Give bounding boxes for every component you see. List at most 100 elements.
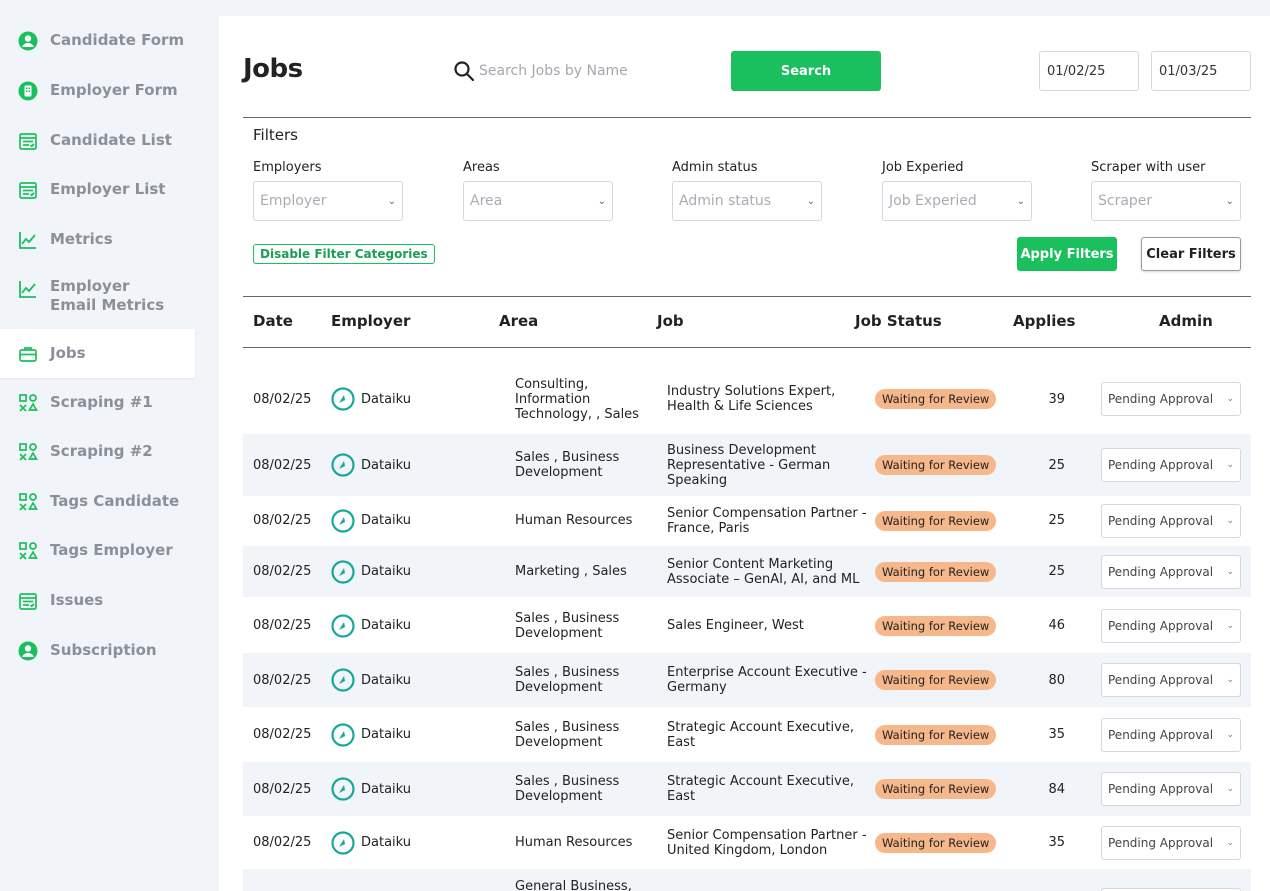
admin-status-select[interactable]: Pending Approval ⌄ xyxy=(1101,503,1241,538)
sidebar-item-label: Tags Employer xyxy=(50,541,173,559)
cell-date: 08/02/25 xyxy=(253,835,312,850)
divider xyxy=(243,117,1251,118)
cell-status: Waiting for Review xyxy=(875,816,997,869)
column-header-date[interactable]: Date xyxy=(253,312,293,330)
cell-employer[interactable]: Dataiku xyxy=(331,762,411,816)
cell-job[interactable]: Senior Content Marketing Associate – Gen… xyxy=(667,546,872,597)
admin-status-select[interactable]: Pending Approval ⌄ xyxy=(1101,825,1241,860)
employer-filter-select[interactable]: Employer ⌄ xyxy=(253,181,403,221)
filter-placeholder: Employer xyxy=(260,193,327,209)
table-row: 08/02/25 Dataiku Sales , Business Developm… xyxy=(243,762,1251,816)
sidebar-item-label: Issues xyxy=(50,591,104,609)
admin-status-select[interactable]: Pending Approval ⌄ xyxy=(1101,448,1241,482)
column-header-applies[interactable]: Applies xyxy=(1013,312,1075,330)
scraper-filter-select[interactable]: Scraper ⌄ xyxy=(1091,181,1241,221)
search-icon[interactable] xyxy=(453,60,475,82)
cell-job[interactable]: Senior Compensation Partner - United Kin… xyxy=(667,816,872,869)
cell-date: 08/02/25 xyxy=(253,564,312,579)
list-check-icon xyxy=(17,179,39,201)
list-check-icon xyxy=(17,590,39,612)
search-button[interactable]: Search xyxy=(731,51,881,91)
sidebar-item-label: Scraping #1 xyxy=(50,393,153,411)
status-badge: Waiting for Review xyxy=(875,832,997,853)
area-filter-select[interactable]: Area ⌄ xyxy=(463,181,613,221)
date-to-input[interactable] xyxy=(1151,51,1251,91)
admin-status-filter-select[interactable]: Admin status ⌄ xyxy=(672,181,822,221)
cell-date: 08/02/25 xyxy=(253,781,312,797)
search-input[interactable] xyxy=(479,57,719,85)
cell-employer[interactable]: Dataiku xyxy=(331,598,411,653)
status-badge: Waiting for Review xyxy=(875,561,997,582)
sidebar-item-candidate-form[interactable]: Candidate Form xyxy=(0,28,195,53)
sidebar-item-label: Tags Candidate xyxy=(50,492,180,510)
sidebar-item-tags-candidate[interactable]: Tags Candidate xyxy=(0,489,195,514)
sidebar-item-subscription[interactable]: Subscription xyxy=(0,638,195,663)
cell-admin: Pending Approval ⌄ xyxy=(1101,653,1241,707)
cell-admin: Pending Approval ⌄ xyxy=(1101,707,1241,762)
cell-job[interactable]: Senior Compensation Partner - France, Pa… xyxy=(667,495,872,546)
cell-area: Sales , Business Development xyxy=(515,719,620,750)
column-header-admin[interactable]: Admin xyxy=(1159,312,1213,330)
sidebar-item-scraping-2[interactable]: Scraping #2 xyxy=(0,439,195,464)
cell-job[interactable]: Industry Solutions Expert, Health & Life… xyxy=(667,368,872,430)
cell-employer[interactable]: Dataiku xyxy=(331,653,411,707)
sidebar-item-issues[interactable]: Issues xyxy=(0,588,195,613)
sidebar-item-label: Employer List xyxy=(50,180,166,198)
cell-applies: 35 xyxy=(1048,727,1065,742)
cell-job[interactable]: Business Development Representative - Ge… xyxy=(667,434,872,496)
admin-status-select[interactable]: Pending Approval ⌄ xyxy=(1101,382,1241,416)
table-row: 08/02/25 Dataiku Consulting, Information T… xyxy=(243,368,1251,430)
cell-job[interactable]: Sales Engineer, West xyxy=(667,598,872,653)
sidebar-item-candidate-list[interactable]: Candidate List xyxy=(0,128,195,153)
cell-job[interactable]: Enterprise Account Executive - Germany xyxy=(667,653,872,707)
job-experied-filter-select[interactable]: Job Experied ⌄ xyxy=(882,181,1032,221)
clear-filters-button[interactable]: Clear Filters xyxy=(1141,237,1241,271)
employer-name: Dataiku xyxy=(361,391,412,407)
cell-applies: 25 xyxy=(1048,457,1065,473)
cell-employer[interactable]: Dataiku xyxy=(331,368,411,430)
cell-applies: 84 xyxy=(1048,781,1065,797)
cell-employer[interactable]: Dataiku xyxy=(331,546,411,597)
sidebar-item-scraping-1[interactable]: Scraping #1 xyxy=(0,390,195,415)
cell-employer[interactable]: Dataiku xyxy=(331,434,411,496)
filter-placeholder: Job Experied xyxy=(889,193,977,209)
admin-status-select[interactable]: Pending Approval ⌄ xyxy=(1101,608,1241,643)
employer-logo-icon xyxy=(331,830,361,855)
admin-status-select[interactable]: Pending Approval ⌄ xyxy=(1101,772,1241,806)
disable-filter-categories-button[interactable]: Disable Filter Categories xyxy=(253,244,435,264)
cell-area: Sales , Business Development xyxy=(515,610,620,641)
sidebar-item-jobs[interactable]: Jobs xyxy=(0,329,195,378)
sidebar-item-employer-email-metrics[interactable]: Employer Email Metrics xyxy=(0,276,195,316)
employer-name: Dataiku xyxy=(361,564,412,579)
cell-employer[interactable]: Dataiku xyxy=(331,495,411,546)
admin-status-select[interactable]: Pending Approval ⌄ xyxy=(1101,717,1241,752)
column-header-area[interactable]: Area xyxy=(499,312,538,330)
admin-status-select[interactable]: Pending Approval ⌄ xyxy=(1101,554,1241,589)
chevron-down-icon: ⌄ xyxy=(1226,566,1234,577)
cell-applies: 80 xyxy=(1048,672,1065,688)
cell-status: Waiting for Review xyxy=(875,368,997,430)
column-header-employer[interactable]: Employer xyxy=(331,312,410,330)
column-header-job-status[interactable]: Job Status xyxy=(855,312,942,330)
employer-name: Dataiku xyxy=(361,457,412,473)
column-header-job[interactable]: Job xyxy=(657,312,684,330)
cell-job[interactable]: Strategic Account Executive, East xyxy=(667,762,872,816)
date-from-input[interactable] xyxy=(1039,51,1139,91)
user-circle-icon xyxy=(17,30,39,52)
cell-job[interactable]: Strategic Account Executive, East xyxy=(667,707,872,762)
cell-employer[interactable]: Dataiku xyxy=(331,816,411,869)
employer-name: Dataiku xyxy=(361,835,412,850)
filter-placeholder: Scraper xyxy=(1098,193,1153,209)
main-panel: Jobs Search Filters Employers Employer ⌄… xyxy=(219,16,1270,891)
admin-status-select[interactable]: Pending Approval ⌄ xyxy=(1101,663,1241,697)
sidebar-item-metrics[interactable]: Metrics xyxy=(0,227,195,252)
apply-filters-button[interactable]: Apply Filters xyxy=(1017,237,1117,271)
sidebar-item-tags-employer[interactable]: Tags Employer xyxy=(0,538,195,563)
sidebar-item-employer-list[interactable]: Employer List xyxy=(0,177,195,202)
divider xyxy=(243,347,1251,348)
user-circle-icon xyxy=(17,640,39,662)
employer-logo-icon xyxy=(331,559,361,584)
sidebar-item-employer-form[interactable]: Employer Form xyxy=(0,78,195,103)
cell-employer[interactable]: Dataiku xyxy=(331,707,411,762)
table-row: 08/02/25 Dataiku Human Resources Senior Com… xyxy=(243,816,1251,869)
